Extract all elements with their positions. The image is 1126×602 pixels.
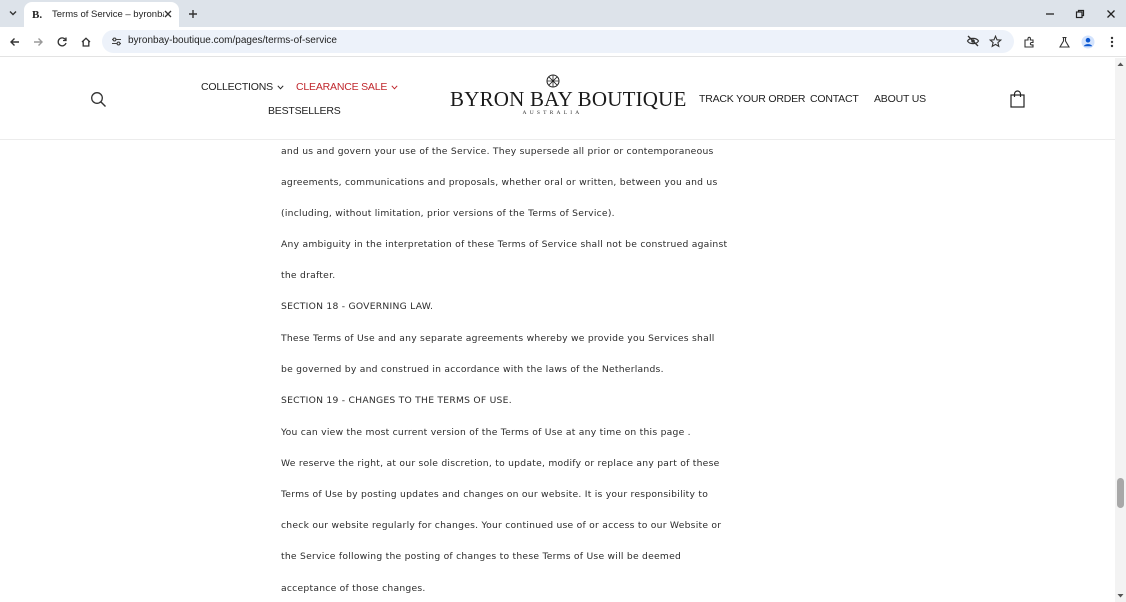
nav-track-your-order[interactable]: TRACK YOUR ORDER	[699, 93, 805, 105]
browser-toolbar: byronbay-boutique.com/pages/terms-of-ser…	[0, 27, 1126, 57]
text-line: the drafter.	[281, 270, 336, 281]
text-line: and us and govern your use of the Servic…	[281, 146, 714, 157]
nav-bestsellers-label: BESTSELLERS	[268, 105, 341, 117]
nav-collections[interactable]: COLLECTIONS	[201, 81, 284, 93]
shopping-bag-icon	[1010, 90, 1025, 108]
plus-icon	[189, 10, 197, 18]
home-button[interactable]	[77, 33, 95, 51]
text-line: Any ambiguity in the interpretation of t…	[281, 239, 728, 250]
text-line: be governed by and construed in accordan…	[281, 364, 664, 375]
reload-icon	[57, 37, 67, 47]
nav-about-us[interactable]: ABOUT US	[874, 93, 926, 105]
url-text: byronbay-boutique.com/pages/terms-of-ser…	[128, 35, 337, 46]
kebab-menu-icon	[1110, 36, 1114, 48]
text-line: the Service following the posting of cha…	[281, 551, 682, 562]
puzzle-icon	[1023, 36, 1034, 48]
site-search-button[interactable]	[90, 91, 107, 108]
nav-clearance-sale-label: CLEARANCE SALE	[296, 81, 388, 93]
profile-button[interactable]	[1079, 33, 1097, 51]
text-line: check our website regularly for changes.…	[281, 520, 722, 531]
site-info-button[interactable]	[109, 34, 123, 48]
browser-menu-button[interactable]	[1103, 33, 1121, 51]
close-window-button[interactable]	[1102, 5, 1120, 23]
nav-about-us-label: ABOUT US	[874, 93, 926, 105]
minimize-button[interactable]	[1041, 5, 1059, 23]
new-tab-button[interactable]	[184, 5, 202, 23]
site-logo[interactable]: BYRON BAY BOUTIQUE AUSTRALIA	[450, 74, 687, 124]
chevron-down-icon	[391, 84, 398, 90]
tab-title: Terms of Service – byronbay-boutique	[52, 9, 164, 20]
text-line: You can view the most current version of…	[281, 427, 691, 438]
close-icon	[1107, 10, 1115, 18]
tune-icon	[111, 37, 121, 45]
tracking-protection-button[interactable]	[965, 33, 981, 49]
star-icon	[988, 34, 1002, 48]
arrow-left-icon	[10, 38, 19, 46]
site-favicon: B.	[32, 8, 43, 21]
nav-clearance-sale[interactable]: CLEARANCE SALE	[296, 81, 398, 93]
search-icon	[91, 92, 106, 107]
scroll-down-arrow-icon[interactable]	[1117, 592, 1124, 599]
nav-collections-label: COLLECTIONS	[201, 81, 273, 93]
address-bar[interactable]: byronbay-boutique.com/pages/terms-of-ser…	[102, 30, 1014, 53]
scrollbar-thumb[interactable]	[1117, 478, 1124, 508]
nav-track-your-order-label: TRACK YOUR ORDER	[699, 93, 806, 105]
text-line: agreements, communications and proposals…	[281, 177, 718, 188]
text-line: acceptance of those changes.	[281, 583, 426, 594]
compass-emblem-icon	[546, 74, 559, 88]
text-line: (including, without limitation, prior ve…	[281, 208, 615, 219]
scroll-up-arrow-icon[interactable]	[1117, 61, 1124, 68]
cart-button[interactable]	[1010, 90, 1025, 108]
text-line: These Terms of Use and any separate agre…	[281, 333, 715, 344]
forward-button[interactable]	[29, 33, 47, 51]
nav-contact[interactable]: CONTACT	[810, 93, 859, 105]
back-button[interactable]	[6, 33, 24, 51]
restore-icon	[1075, 9, 1085, 19]
nav-bestsellers[interactable]: BESTSELLERS	[268, 105, 341, 117]
arrow-right-icon	[34, 38, 43, 46]
logo-subtitle: AUSTRALIA	[522, 110, 583, 116]
tab-strip: B. Terms of Service – byronbay-boutique	[0, 0, 1126, 27]
home-icon	[81, 37, 91, 47]
chevron-down-icon	[9, 11, 17, 16]
text-line: Terms of Use by posting updates and chan…	[281, 489, 709, 500]
logo-text: BYRON BAY BOUTIQUE	[450, 87, 687, 111]
avatar-icon	[1081, 35, 1095, 49]
reload-button[interactable]	[53, 33, 71, 51]
flask-icon	[1058, 36, 1070, 48]
close-icon	[164, 10, 172, 18]
chevron-down-icon	[277, 84, 284, 90]
text-line: We reserve the right, at our sole discre…	[281, 458, 720, 469]
section-heading: SECTION 19 - CHANGES TO THE TERMS OF USE…	[281, 395, 512, 406]
section-heading: SECTION 18 - GOVERNING LAW.	[281, 301, 434, 312]
site-header: COLLECTIONS CLEARANCE SALE BESTSELLERS B…	[0, 58, 1115, 140]
tab-search-button[interactable]	[4, 4, 22, 22]
restore-button[interactable]	[1071, 5, 1089, 23]
page-scrollbar[interactable]	[1115, 58, 1126, 602]
extensions-button[interactable]	[1020, 33, 1038, 51]
nav-contact-label: CONTACT	[810, 93, 859, 105]
eye-off-icon	[966, 35, 980, 47]
tab-close-button[interactable]	[161, 7, 175, 21]
bookmark-button[interactable]	[987, 33, 1003, 49]
labs-button[interactable]	[1055, 33, 1073, 51]
page-viewport: and us and govern your use of the Servic…	[0, 58, 1115, 602]
minimize-icon	[1046, 13, 1054, 15]
browser-tab-active[interactable]: B. Terms of Service – byronbay-boutique	[24, 2, 179, 27]
